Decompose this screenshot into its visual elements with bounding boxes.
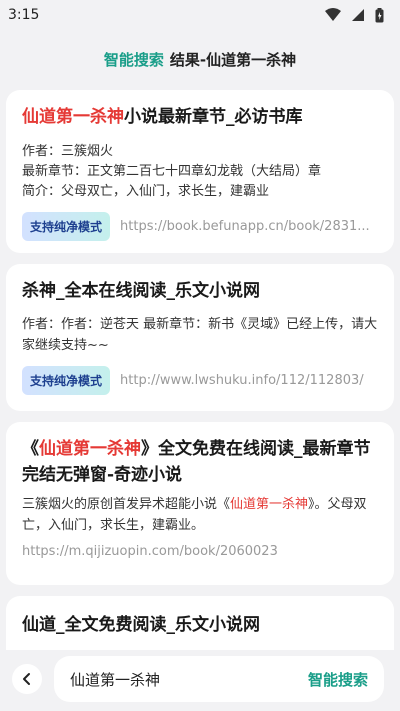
title-text: 小说最新章节_必访书库 bbox=[124, 107, 303, 127]
result-footer: 支持纯净模式 http://www.lwshuku.info/112/11280… bbox=[22, 366, 378, 395]
result-title[interactable]: 杀神_全本在线阅读_乐文小说网 bbox=[22, 278, 378, 304]
result-author: 作者：三簇烟火 bbox=[22, 144, 114, 159]
result-url[interactable]: https://book.befunapp.cn/book/2831... bbox=[120, 219, 370, 234]
status-bar: 3:15 bbox=[0, 0, 400, 30]
pure-mode-badge[interactable]: 支持纯净模式 bbox=[22, 366, 111, 395]
result-url[interactable]: http://www.lwshuku.info/112/112803/ bbox=[120, 373, 364, 388]
search-input[interactable] bbox=[70, 670, 270, 688]
result-latest-chapter: 最新章节：正文第二百七十四章幻龙戟（大结局）章 bbox=[22, 164, 322, 179]
result-summary: 简介：父母双亡，入仙门，求长生，建霸业 bbox=[22, 184, 270, 199]
status-time: 3:15 bbox=[8, 7, 40, 23]
search-box: 智能搜索 bbox=[54, 656, 384, 702]
result-description: 三簇烟火的原创首发异术超能小说《仙道第一杀神》。父母双亡，入仙门，求长生，建霸业… bbox=[22, 494, 378, 536]
title-text: 《 bbox=[22, 439, 39, 459]
result-card-3[interactable]: 《仙道第一杀神》全文免费在线阅读_最新章节完结无弹窗-奇迹小说 三簇烟火的原创首… bbox=[6, 422, 394, 585]
title-highlight: 仙道第一杀神 bbox=[39, 439, 141, 459]
back-button[interactable] bbox=[12, 664, 42, 694]
battery-icon bbox=[375, 7, 384, 22]
result-url[interactable]: https://m.qijizuopin.com/book/2060023 bbox=[22, 544, 378, 559]
chevron-left-icon bbox=[23, 673, 30, 685]
header-brand: 智能搜索 bbox=[103, 50, 164, 69]
page-header: 智能搜索 结果-仙道第一杀神 bbox=[0, 44, 400, 74]
title-highlight: 仙道第一杀神 bbox=[22, 107, 124, 127]
result-title[interactable]: 仙道_全文免费阅读_乐文小说网 bbox=[22, 612, 378, 638]
desc-text: 三簇烟火的原创首发异术超能小说《 bbox=[22, 497, 231, 512]
smart-search-button[interactable]: 智能搜索 bbox=[308, 669, 368, 690]
page-title: 结果-仙道第一杀神 bbox=[169, 50, 297, 69]
result-title[interactable]: 《仙道第一杀神》全文免费在线阅读_最新章节完结无弹窗-奇迹小说 bbox=[22, 436, 378, 488]
status-icons bbox=[325, 7, 384, 23]
signal-icon bbox=[352, 9, 364, 21]
result-description: 作者：作者：逆苍天 最新章节：新书《灵域》已经上传，请大家继续支持~~ bbox=[22, 317, 378, 353]
result-card-2[interactable]: 杀神_全本在线阅读_乐文小说网 作者：作者：逆苍天 最新章节：新书《灵域》已经上… bbox=[6, 264, 394, 411]
wifi-icon bbox=[325, 8, 341, 21]
pure-mode-badge[interactable]: 支持纯净模式 bbox=[22, 212, 111, 241]
result-footer: 支持纯净模式 https://book.befunapp.cn/book/283… bbox=[22, 212, 378, 241]
bottom-search-bar: 智能搜索 bbox=[0, 650, 400, 711]
result-title[interactable]: 仙道第一杀神小说最新章节_必访书库 bbox=[22, 104, 378, 130]
result-card-1[interactable]: 仙道第一杀神小说最新章节_必访书库 作者：三簇烟火 最新章节：正文第二百七十四章… bbox=[6, 90, 394, 253]
desc-highlight: 仙道第一杀神 bbox=[230, 497, 309, 512]
